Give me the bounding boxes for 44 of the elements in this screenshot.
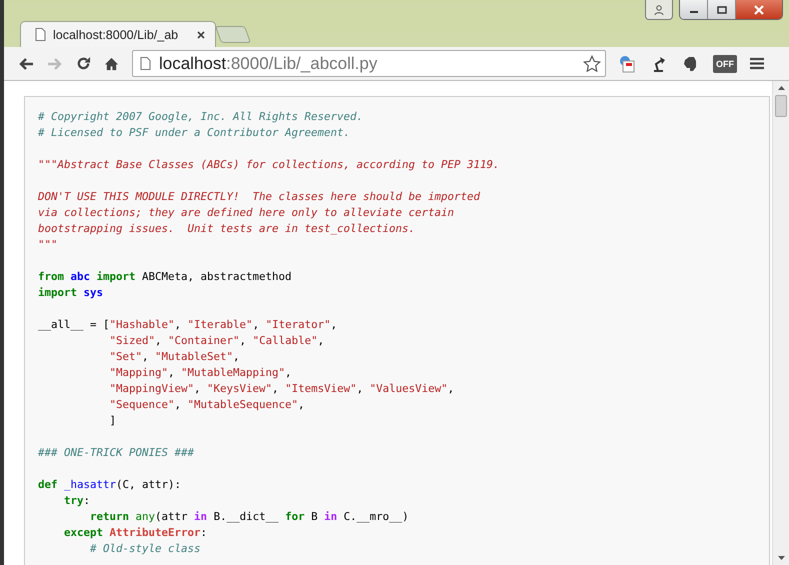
code-line: """Abstract Base Classes (ABCs) for collections, according to PEP 3119.: [38, 158, 500, 171]
minimize-button[interactable]: [680, 0, 708, 19]
user-icon: [654, 4, 664, 14]
page-icon: [140, 57, 151, 70]
scrollbar-thumb[interactable]: [775, 95, 787, 117]
code-line: # Old-style class: [89, 542, 201, 555]
code-line: via collections; they are defined here only to alleviate certain: [38, 206, 454, 219]
close-icon[interactable]: [197, 30, 205, 38]
code-line: DON'T USE THIS MODULE DIRECTLY! The classes here should be imported: [38, 190, 480, 203]
maximize-icon: [716, 6, 726, 14]
close-icon: [753, 4, 765, 14]
code-line: except AttributeError:: [63, 526, 208, 539]
code-line: "Sequence", "MutableSequence",: [108, 398, 305, 411]
off-badge[interactable]: OFF: [713, 54, 737, 72]
code-line: "MappingView", "KeysView", "ItemsView", "ValuesView",: [108, 382, 454, 395]
code-line: def _hasattr(C, attr):: [38, 478, 182, 491]
code-line: ]: [108, 414, 116, 427]
maximize-button[interactable]: [708, 0, 736, 19]
browser-tab[interactable]: localhost:8000/Lib/_ab: [20, 21, 216, 47]
code-line: from abc import ABCMeta, abstractmethod: [38, 270, 292, 283]
close-button[interactable]: [736, 0, 782, 19]
code-line: # Licensed to PSF under a Contributor Agreement.: [38, 126, 350, 139]
url-text: localhost:8000/Lib/_abcoll.py: [159, 54, 378, 74]
user-button[interactable]: [645, 0, 673, 20]
code-line: return any(attr in B.__dict__ for B in C.__mro__): [89, 510, 409, 523]
menu-icon[interactable]: [750, 57, 764, 70]
tab-title: localhost:8000/Lib/_ab: [53, 28, 180, 42]
star-icon[interactable]: [583, 54, 601, 72]
code-line: "Set", "MutableSet",: [108, 350, 240, 363]
code-line: bootstrapping issues. Unit tests are in test_collections.: [38, 222, 416, 235]
code-line: "Mapping", "MutableMapping",: [108, 366, 292, 379]
back-icon[interactable]: [18, 56, 34, 70]
code-line: ### ONE-TRICK PONIES ###: [38, 446, 194, 459]
reload-icon[interactable]: [76, 56, 91, 71]
page-icon: [35, 28, 46, 41]
code-line: """: [38, 238, 58, 251]
code-line: "Sized", "Container", "Callable",: [108, 334, 324, 347]
home-icon[interactable]: [104, 56, 119, 70]
code-line: __all__ = ["Hashable", "Iterable", "Iterator",: [38, 318, 338, 331]
code-line: # Copyright 2007 Google, Inc. All Rights Reserved.: [38, 110, 364, 123]
address-bar[interactable]: localhost:8000/Lib/_abcoll.py: [132, 50, 606, 77]
code-line: try:: [63, 494, 90, 507]
code-line: import sys: [38, 286, 104, 299]
lamp-icon[interactable]: [651, 54, 667, 72]
